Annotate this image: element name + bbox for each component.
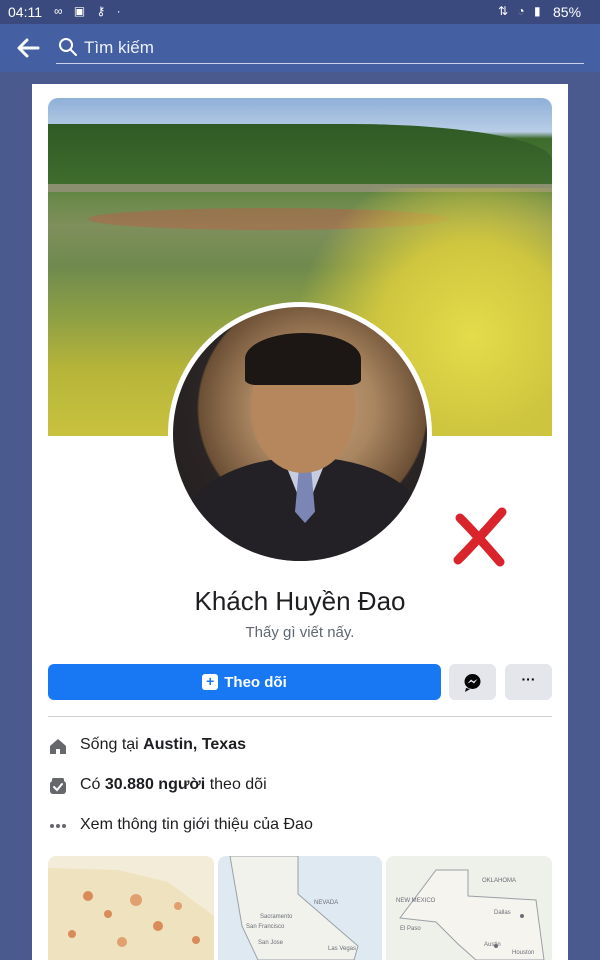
ellipsis-icon <box>50 824 66 828</box>
follow-button[interactable]: + Theo dõi <box>48 664 441 700</box>
map-label-nevada: NEVADA <box>314 900 339 906</box>
info-lives-in: Sống tại Austin, Texas <box>48 734 552 760</box>
info-followers: Có 30.880 người theo dõi <box>48 774 552 800</box>
map-thumbnails: NEVADA Sacramento San Francisco Las Vega… <box>48 856 552 960</box>
back-arrow-icon[interactable] <box>14 34 42 62</box>
followers-prefix: Có <box>80 776 105 793</box>
battery-level: 85% <box>553 4 582 20</box>
followers-suffix: theo dõi <box>205 776 267 793</box>
info-about-link[interactable]: Xem thông tin giới thiệu của Đao <box>48 814 552 840</box>
search-input[interactable] <box>84 34 564 62</box>
signal-icons: ⇅ ◔ ▮ <box>498 4 544 18</box>
status-bar: 04:11 ∞ ▣ ⚷ · ⇅ ◔ ▮ 85% <box>0 0 600 24</box>
search-icon <box>59 38 77 56</box>
followers-count: 30.880 người <box>104 776 206 793</box>
map-texas[interactable]: OKLAHOMA NEW MEXICO Dallas El Paso Austi… <box>386 856 552 960</box>
about-label: Xem thông tin giới thiệu của Đao <box>80 816 313 833</box>
notification-icons: ∞ ▣ ⚷ · <box>54 4 125 18</box>
more-options-button[interactable]: ··· <box>505 664 552 700</box>
map-label-sacramento: Sacramento <box>260 914 293 920</box>
map-label-san-francisco: San Francisco <box>246 924 285 930</box>
home-icon <box>50 739 66 754</box>
map-california[interactable]: NEVADA Sacramento San Francisco Las Vega… <box>218 856 382 960</box>
map-label-austin: Austin <box>484 942 501 948</box>
messenger-icon <box>464 674 481 692</box>
search-field[interactable] <box>56 32 584 64</box>
followers-icon <box>50 778 66 794</box>
profile-avatar[interactable] <box>168 302 432 566</box>
map-label-las-vegas: Las Vegas <box>328 946 357 952</box>
search-header <box>0 24 600 72</box>
map-label-san-jose: San Jose <box>258 940 284 946</box>
messenger-button[interactable] <box>449 664 496 700</box>
red-x-mark-icon <box>453 507 507 567</box>
map-label-dallas: Dallas <box>494 910 511 916</box>
profile-bio: Thấy gì viết nấy. <box>245 624 355 641</box>
section-divider <box>48 716 552 717</box>
status-time: 04:11 <box>8 4 42 20</box>
lives-city[interactable]: Austin, Texas <box>143 736 246 753</box>
plus-icon: + <box>202 674 219 690</box>
cover-trees <box>48 124 552 184</box>
map-label-el-paso: El Paso <box>400 926 421 932</box>
map-label-new-mexico: NEW MEXICO <box>396 898 436 904</box>
follow-label: Theo dõi <box>224 673 287 691</box>
map-label-houston: Houston <box>512 950 535 956</box>
map-us-heatmap[interactable] <box>48 856 214 960</box>
profile-name: Khách Huyền Đao <box>194 586 406 616</box>
lives-prefix: Sống tại <box>80 736 144 753</box>
avatar-hair <box>245 333 361 385</box>
map-label-oklahoma: OKLAHOMA <box>482 878 517 884</box>
